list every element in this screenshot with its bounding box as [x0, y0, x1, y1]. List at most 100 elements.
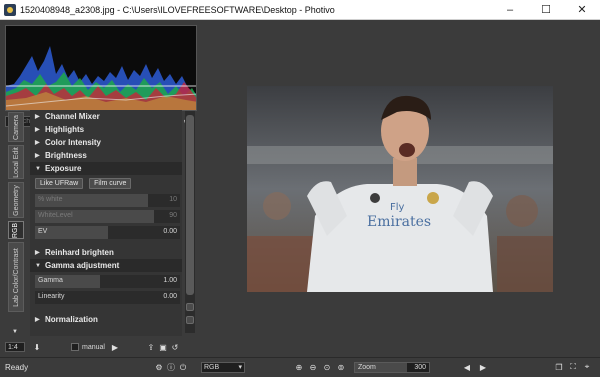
scroll-handle[interactable] — [186, 316, 194, 324]
settings-panel: ▶ Channel Mixer ▶ Highlights ▶ Color Intens… — [30, 110, 182, 336]
slider-label: EV — [38, 228, 48, 235]
fullscreen-icon[interactable]: ⛶ — [567, 361, 579, 373]
expand-arrow-icon: ▶ — [35, 114, 40, 120]
expand-arrow-icon: ▶ — [35, 250, 40, 256]
histogram — [5, 25, 197, 111]
tab-geometry[interactable]: Geometry — [8, 182, 24, 218]
section-highlights[interactable]: ▶ Highlights — [30, 123, 182, 136]
slider-label: Gamma — [38, 277, 63, 284]
export-icon[interactable]: ⇪ — [145, 341, 157, 353]
tab-label: Camera — [12, 114, 20, 140]
run-pipe-icon[interactable]: ⬇ — [31, 341, 43, 353]
tab-camera[interactable]: Camera — [8, 112, 24, 142]
settings-gear-icon[interactable]: ⚙ — [153, 362, 165, 374]
tab-scroll-down-icon[interactable]: ▼ — [12, 329, 18, 335]
left-bottom-toolbar: 1:4 ⬇ manual ▶ ⇪ ▣ ↺ — [0, 340, 198, 354]
image-viewport[interactable]: Emirates Fly — [198, 20, 600, 357]
like-ufraw-button[interactable]: Like UFRaw — [35, 177, 84, 189]
photivo-app-icon — [4, 3, 16, 16]
tab-label: RGB — [12, 222, 20, 238]
section-title: Channel Mixer — [45, 112, 100, 121]
section-title: Exposure — [45, 164, 82, 173]
zoom-value: 300 — [414, 364, 426, 371]
section-brightness[interactable]: ▶ Brightness — [30, 149, 182, 162]
section-title: Gamma adjustment — [45, 261, 120, 270]
tab-label: Lab Color/Contrast — [12, 247, 20, 307]
pipe-size-select[interactable]: 1:4 — [5, 342, 25, 352]
exposure-mode-buttons: Like UFRaw Film curve — [30, 175, 182, 191]
section-color-intensity[interactable]: ▶ Color Intensity — [30, 136, 182, 149]
slider-value: 1.00 — [163, 277, 177, 284]
slider-label: WhiteLevel — [38, 212, 73, 219]
manual-checkbox[interactable] — [71, 343, 79, 351]
photo-preview[interactable]: Emirates Fly — [247, 86, 553, 292]
section-reinhard-brighten[interactable]: ▶ Reinhard brighten — [30, 246, 182, 259]
zoom-out-icon[interactable]: ⊖ — [307, 361, 319, 373]
histogram-graph — [6, 46, 196, 110]
tab-local-edit[interactable]: Local Edit — [8, 145, 24, 179]
scrollbar-thumb[interactable] — [186, 115, 194, 295]
reset-icon[interactable]: ↺ — [169, 341, 181, 353]
channel-select[interactable]: RGB — [201, 362, 245, 373]
section-exposure[interactable]: ▼ Exposure — [30, 162, 182, 175]
zoom-in-icon[interactable]: ⊕ — [293, 361, 305, 373]
close-button[interactable]: ✕ — [564, 0, 600, 20]
white-percent-slider[interactable]: % white 10 — [35, 194, 180, 207]
svg-text:Fly: Fly — [390, 202, 405, 213]
next-image-icon[interactable]: ▶ — [477, 361, 489, 373]
expand-arrow-icon: ▶ — [35, 153, 40, 159]
play-icon[interactable]: ▶ — [109, 341, 121, 353]
zoom-slider[interactable]: Zoom 300 — [354, 362, 430, 373]
expand-arrow-icon: ▶ — [35, 317, 40, 323]
minimize-button[interactable]: – — [492, 0, 528, 20]
section-normalization[interactable]: ▶ Normalization — [30, 313, 182, 326]
crosshair-icon[interactable]: ⌖ — [581, 361, 593, 373]
zoom-100-icon[interactable]: ⊚ — [335, 361, 347, 373]
film-curve-button[interactable]: Film curve — [89, 177, 132, 189]
section-title: Reinhard brighten — [45, 248, 114, 257]
status-bar: Ready ⚙ ⓘ ⏻ RGB ⊕ ⊖ ⊙ ⊚ Zoom 300 ◀ ▶ ❐ ⛶… — [0, 357, 600, 377]
zoom-fit-icon[interactable]: ⊙ — [321, 361, 333, 373]
section-gamma-adjustment[interactable]: ▼ Gamma adjustment — [30, 259, 182, 272]
white-level-slider[interactable]: WhiteLevel 90 — [35, 210, 180, 223]
photo-image: Emirates Fly — [247, 86, 553, 292]
zoom-controls: ⊕ ⊖ ⊙ ⊚ — [293, 361, 347, 373]
section-channel-mixer[interactable]: ▶ Channel Mixer — [30, 110, 182, 123]
section-title: Normalization — [45, 315, 98, 324]
window-title: 1520408948_a2308.jpg - C:\Users\ILOVEFRE… — [20, 4, 335, 15]
info-icon[interactable]: ⓘ — [165, 362, 177, 374]
settings-scrollbar[interactable] — [185, 111, 195, 333]
power-icon[interactable]: ⏻ — [177, 362, 189, 374]
expand-arrow-icon: ▶ — [35, 127, 40, 133]
tab-label: Local Edit — [12, 146, 20, 178]
view-controls: ❐ ⛶ ⌖ — [553, 361, 593, 373]
slider-label: Linearity — [38, 293, 65, 300]
maximize-button[interactable]: ☐ — [528, 0, 564, 20]
slider-label: % white — [38, 196, 63, 203]
title-bar: 1520408948_a2308.jpg - C:\Users\ILOVEFRE… — [0, 0, 600, 20]
gamma-slider[interactable]: Gamma 1.00 — [35, 275, 180, 288]
slider-value: 0.00 — [163, 293, 177, 300]
svg-text:Emirates: Emirates — [367, 214, 431, 230]
tab-rgb[interactable]: RGB — [8, 221, 24, 239]
slider-value: 0.00 — [163, 228, 177, 235]
ev-slider[interactable]: EV 0.00 — [35, 226, 180, 239]
zoom-label: Zoom — [358, 364, 376, 371]
navigation-controls: ◀ ▶ — [461, 361, 489, 373]
save-settings-icon[interactable]: ▣ — [157, 341, 169, 353]
linearity-slider[interactable]: Linearity 0.00 — [35, 291, 180, 304]
section-title: Brightness — [45, 151, 87, 160]
scroll-handle[interactable] — [186, 303, 194, 311]
compare-view-icon[interactable]: ❐ — [553, 361, 565, 373]
slider-value: 90 — [169, 212, 177, 219]
slider-value: 10 — [169, 196, 177, 203]
expand-arrow-icon: ▶ — [35, 140, 40, 146]
status-text: Ready — [5, 363, 29, 372]
collapse-arrow-icon: ▼ — [35, 165, 41, 172]
tab-label: Geometry — [12, 184, 20, 216]
section-title: Highlights — [45, 125, 85, 134]
tab-strip: Camera Local Edit Geometry RGB Lab Color… — [8, 112, 26, 312]
tab-lab-color-contrast[interactable]: Lab Color/Contrast — [8, 242, 24, 312]
previous-image-icon[interactable]: ◀ — [461, 361, 473, 373]
manual-label: manual — [82, 343, 105, 351]
